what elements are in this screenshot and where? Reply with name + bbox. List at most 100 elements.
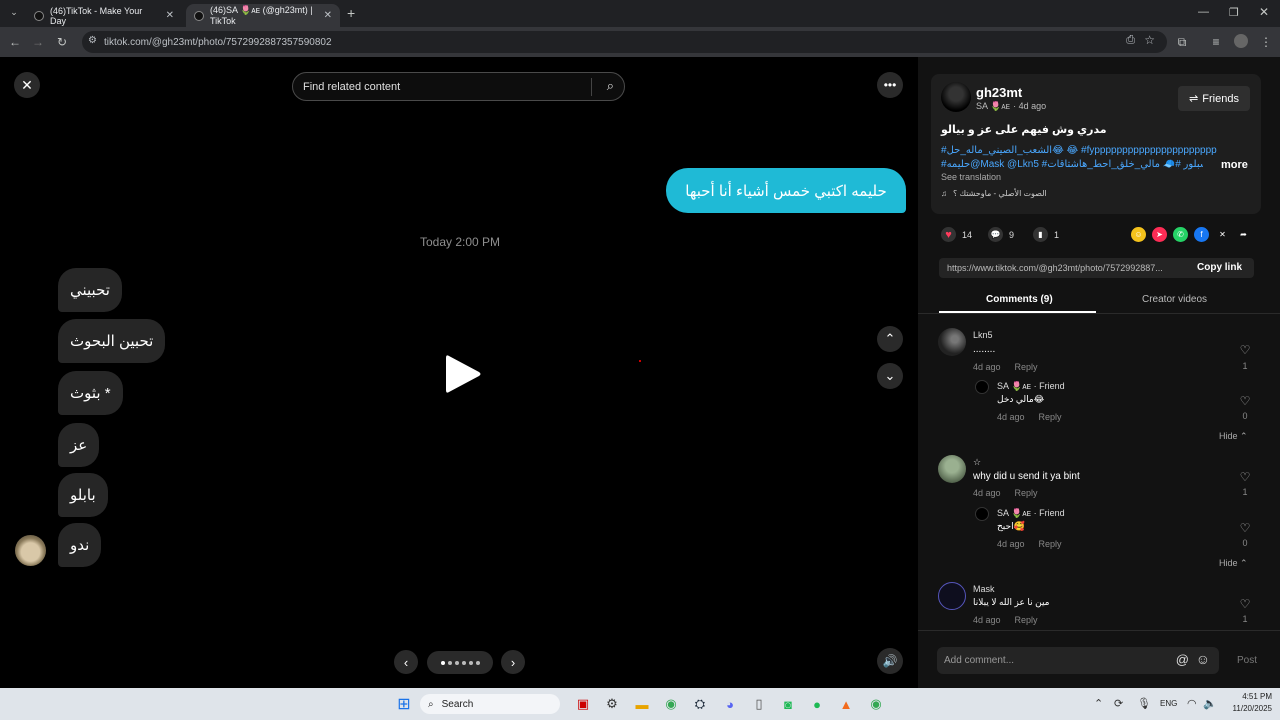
hide-replies-button[interactable]: Hide ⌃: [1219, 431, 1248, 442]
comment-like-icon[interactable]: ♡: [1235, 343, 1255, 357]
search-icon[interactable]: ⌕: [607, 78, 614, 94]
comment-like-icon[interactable]: ♡: [1235, 470, 1255, 484]
see-translation-link[interactable]: See translation: [941, 172, 1001, 182]
language-indicator[interactable]: ENG: [1160, 699, 1177, 708]
spotify-icon[interactable]: ●: [807, 694, 827, 714]
reply-text: احبح🥰: [997, 521, 1025, 531]
app-icon-video[interactable]: ▣: [573, 694, 593, 714]
file-explorer-icon[interactable]: ▬: [632, 694, 652, 714]
reply-like-icon[interactable]: ♡: [1235, 521, 1255, 535]
tray-chevron-icon[interactable]: ⌃: [1094, 697, 1103, 710]
comment-stat[interactable]: 💬 9: [988, 227, 1014, 242]
tray-sync-icon[interactable]: ⟳: [1114, 697, 1123, 710]
windows-start-icon[interactable]: ⊞: [394, 694, 414, 714]
wifi-icon[interactable]: ◠: [1187, 697, 1197, 710]
send-share-icon[interactable]: ➤: [1152, 227, 1167, 242]
steam-icon[interactable]: ⛭: [690, 694, 710, 714]
reply-button[interactable]: Reply: [1039, 412, 1062, 422]
media-control-icon[interactable]: ≡: [1208, 35, 1224, 49]
microphone-icon[interactable]: 🎙: [1137, 697, 1151, 710]
extensions-icon[interactable]: ⧉: [1174, 35, 1190, 50]
tab-search-icon[interactable]: ⌄: [6, 7, 22, 18]
author-username[interactable]: gh23mt: [976, 85, 1022, 100]
next-post-button[interactable]: ⌄: [877, 363, 903, 389]
back-icon[interactable]: ←: [7, 35, 23, 49]
tab-tiktok-home[interactable]: (46)TikTok - Make Your Day ✕: [26, 4, 182, 27]
hide-replies-button[interactable]: Hide ⌃: [1219, 558, 1248, 569]
close-tab-icon[interactable]: ✕: [324, 10, 332, 21]
reply-avatar[interactable]: [975, 507, 989, 521]
speaker-icon[interactable]: 🔈: [1203, 697, 1217, 710]
post-caption: مدري وش فيهم على عز و بيالو: [941, 124, 1107, 136]
add-comment-input[interactable]: Add comment... @ ☺: [937, 647, 1219, 674]
comment-like-icon[interactable]: ♡: [1235, 597, 1255, 611]
new-tab-icon[interactable]: +: [347, 5, 355, 21]
like-stat[interactable]: ♥ 14: [941, 227, 972, 242]
close-tab-icon[interactable]: ✕: [166, 10, 174, 21]
reply-button[interactable]: Reply: [1015, 362, 1038, 372]
forward-icon[interactable]: →: [30, 35, 46, 49]
next-photo-button[interactable]: ›: [501, 650, 525, 674]
app-icon-orange[interactable]: ▲: [836, 694, 856, 714]
reply-username[interactable]: SA 🌷ᴀᴇ · Friend: [997, 381, 1065, 392]
reply-button[interactable]: Reply: [1015, 615, 1038, 625]
reply-button[interactable]: Reply: [1015, 488, 1038, 498]
settings-icon[interactable]: ⚙: [602, 694, 622, 714]
clock-date[interactable]: 11/20/2025: [1226, 704, 1272, 713]
emoji-share-icon[interactable]: ☺: [1131, 227, 1146, 242]
mention-icon[interactable]: @: [1176, 652, 1189, 667]
previous-post-button[interactable]: ⌃: [877, 326, 903, 352]
facebook-icon[interactable]: f: [1194, 227, 1209, 242]
chrome-active-icon[interactable]: ◉: [866, 694, 886, 714]
address-bar[interactable]: ⚙ tiktok.com/@gh23mt/photo/7572992887357…: [82, 31, 1167, 53]
app-icon-green[interactable]: ◙: [778, 694, 798, 714]
comment-avatar[interactable]: [938, 328, 966, 356]
reply-like-icon[interactable]: ♡: [1235, 394, 1255, 408]
whatsapp-icon[interactable]: ✆: [1173, 227, 1188, 242]
taskbar-search[interactable]: ⌕ Search: [420, 694, 560, 714]
more-options-button[interactable]: •••: [877, 72, 903, 98]
clock-time[interactable]: 4:51 PM: [1232, 692, 1272, 701]
site-info-icon[interactable]: ⚙: [88, 35, 97, 46]
save-stat[interactable]: ▮ 1: [1033, 227, 1059, 242]
close-window-icon[interactable]: ✕: [1259, 5, 1269, 19]
reload-icon[interactable]: ↻: [54, 35, 70, 49]
post-hashtags[interactable]: #حليمه@Mask @Lkn5 #اكسبلور #🧢 مالي_خلق_ا…: [941, 159, 1203, 170]
notepad-icon[interactable]: ▯: [749, 694, 769, 714]
post-comment-button[interactable]: Post: [1237, 655, 1257, 666]
profile-avatar[interactable]: [1234, 34, 1248, 48]
comment-username[interactable]: Lkn5: [973, 330, 993, 340]
more-link[interactable]: more: [1221, 159, 1248, 171]
comment-username[interactable]: Mask: [973, 584, 995, 594]
volume-icon[interactable]: 🔊: [877, 648, 903, 674]
author-avatar[interactable]: [941, 82, 971, 112]
previous-photo-button[interactable]: ‹: [394, 650, 418, 674]
tab-comments[interactable]: Comments (9): [986, 294, 1053, 305]
copy-link-button[interactable]: Copy link: [1197, 262, 1242, 273]
bookmark-star-icon[interactable]: ☆: [1144, 33, 1155, 47]
add-comment-placeholder: Add comment...: [944, 655, 1015, 666]
x-icon[interactable]: ✕: [1215, 227, 1230, 242]
emoji-icon[interactable]: ☺: [1196, 651, 1210, 667]
discord-icon[interactable]: ◕: [720, 694, 740, 714]
tab-creator-videos[interactable]: Creator videos: [1142, 294, 1207, 305]
friends-button[interactable]: ⇌ Friends: [1178, 86, 1250, 111]
play-icon[interactable]: [443, 352, 483, 396]
post-hashtags[interactable]: #الشعب_الصيني_ماله_حل😂 😂 #fypppppppppppp…: [941, 145, 1241, 156]
share-arrow-icon[interactable]: ➦: [1236, 227, 1251, 242]
chrome-icon[interactable]: ◉: [661, 694, 681, 714]
reply-button[interactable]: Reply: [1039, 539, 1062, 549]
close-viewer-button[interactable]: ✕: [14, 72, 40, 98]
sound-row[interactable]: ♫ الصوت الأصلي - ماوحشتك ؟: [941, 189, 1047, 198]
comment-avatar[interactable]: [938, 582, 966, 610]
minimize-icon[interactable]: —: [1198, 6, 1209, 18]
restore-icon[interactable]: ❐: [1229, 6, 1239, 19]
comment-username[interactable]: ☆: [973, 457, 981, 468]
reply-avatar[interactable]: [975, 380, 989, 394]
related-search-input[interactable]: Find related content ⌕: [292, 72, 625, 101]
menu-kebab-icon[interactable]: ⋮: [1258, 35, 1274, 49]
tab-profile-photo[interactable]: (46)SA 🌷ᴀᴇ (@gh23mt) | TikTok ✕: [186, 4, 340, 27]
comment-avatar[interactable]: [938, 455, 966, 483]
install-app-icon[interactable]: ⎙: [1126, 34, 1135, 47]
reply-username[interactable]: SA 🌷ᴀᴇ · Friend: [997, 508, 1065, 519]
